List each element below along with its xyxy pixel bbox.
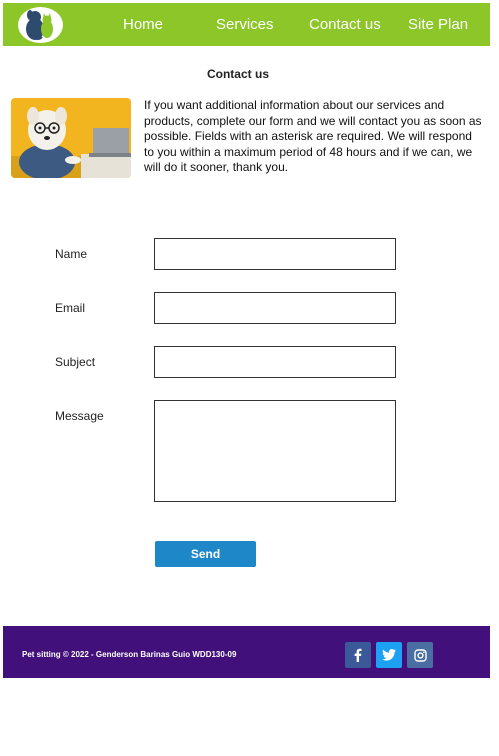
- message-label: Message: [55, 409, 104, 423]
- facebook-icon: [354, 648, 362, 662]
- dog-with-laptop-image: [11, 98, 131, 178]
- instagram-icon: [413, 648, 427, 662]
- subject-field[interactable]: [154, 346, 396, 378]
- message-textarea[interactable]: [154, 400, 396, 502]
- twitter-link[interactable]: [376, 642, 402, 668]
- site-footer: Pet sitting © 2022 - Genderson Barinas G…: [3, 626, 490, 678]
- twitter-icon: [382, 649, 396, 661]
- name-label: Name: [55, 247, 88, 261]
- subject-label: Subject: [55, 355, 96, 369]
- email-field[interactable]: [154, 292, 396, 324]
- footer-copyright: Pet sitting © 2022 - Genderson Barinas G…: [22, 650, 237, 659]
- instagram-link[interactable]: [407, 642, 433, 668]
- nav-contact-link[interactable]: Contact us: [309, 3, 381, 46]
- facebook-link[interactable]: [345, 642, 371, 668]
- page-title: Contact us: [206, 67, 269, 81]
- send-button[interactable]: Send: [155, 541, 256, 567]
- name-field[interactable]: [154, 238, 396, 270]
- nav-site-plan-link[interactable]: Site Plan: [408, 3, 468, 46]
- nav-services-link[interactable]: Services: [216, 3, 274, 46]
- dog-and-cat-logo-icon: [26, 10, 53, 40]
- email-label: Email: [55, 301, 86, 315]
- pet-sitting-logo[interactable]: [18, 7, 63, 43]
- nav-home-link[interactable]: Home: [123, 3, 163, 46]
- top-nav-bar: Home Services Contact us Site Plan: [3, 3, 490, 46]
- intro-paragraph: If you want additional information about…: [144, 98, 482, 175]
